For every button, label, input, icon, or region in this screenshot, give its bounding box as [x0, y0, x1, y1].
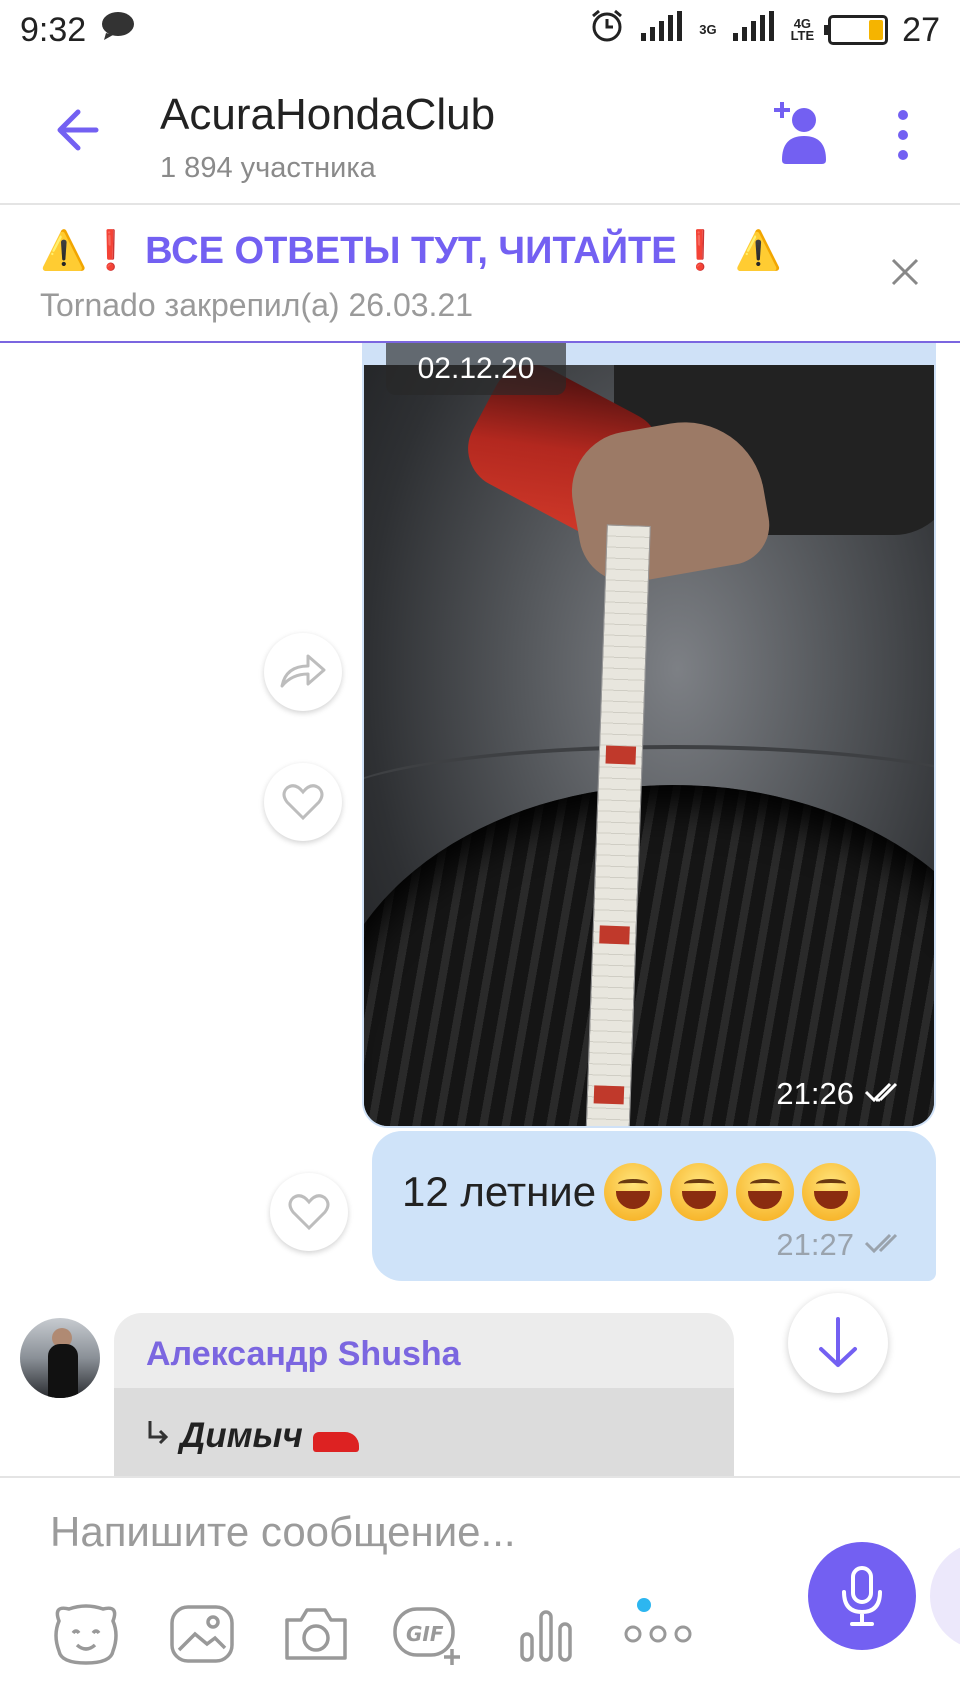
laughing-emoji-icon	[736, 1163, 795, 1221]
message-list[interactable]: 21:26 02.12.20 12 летние 21:27 Александр…	[0, 343, 960, 1476]
incoming-message[interactable]: Александр Shusha Димыч	[114, 1313, 734, 1476]
laughing-emoji-icon	[670, 1163, 729, 1221]
laughing-emoji-icon	[604, 1163, 663, 1221]
poll-icon[interactable]	[508, 1596, 584, 1672]
sticker-icon[interactable]	[48, 1596, 124, 1672]
gif-icon[interactable]: GIF	[392, 1596, 468, 1672]
more-attachments-icon[interactable]	[620, 1596, 696, 1672]
participants-count[interactable]: 1 894 участника	[160, 152, 376, 185]
laughing-emoji-icon	[802, 1163, 861, 1221]
network-4g-label: 4G LTE	[790, 16, 815, 43]
reply-arrow-icon	[146, 1416, 170, 1456]
back-arrow-icon[interactable]	[48, 100, 108, 160]
outgoing-text-message[interactable]: 12 летние 21:27	[372, 1131, 936, 1281]
chat-title[interactable]: AcuraHondaClub	[160, 90, 495, 140]
chat-notification-icon	[100, 11, 136, 50]
tire-photo[interactable]: 21:26	[364, 365, 934, 1126]
camera-icon[interactable]	[278, 1596, 354, 1672]
reply-author: Димыч	[180, 1416, 303, 1455]
gallery-icon[interactable]	[164, 1596, 240, 1672]
network-3g-label: 3G	[699, 22, 717, 37]
alarm-icon	[589, 8, 625, 53]
date-label: 02.12.20	[386, 343, 566, 395]
signal-icon	[639, 10, 685, 50]
svg-text:GIF: GIF	[406, 1622, 444, 1646]
message-text: 12 летние	[402, 1168, 597, 1215]
pinned-message-banner[interactable]: ⚠️❗ ВСЕ ОТВЕТЫ ТУТ, ЧИТАЙТЕ❗ ⚠️ Tornado …	[0, 207, 960, 343]
like-heart-icon[interactable]	[264, 763, 342, 841]
status-time: 9:32	[20, 10, 87, 49]
photo-timestamp: 21:26	[776, 1076, 906, 1112]
race-car-icon	[312, 1432, 359, 1452]
pinned-text: ⚠️❗ ВСЕ ОТВЕТЫ ТУТ, ЧИТАЙТЕ❗ ⚠️	[40, 230, 782, 272]
more-options-icon[interactable]	[888, 105, 918, 165]
message-timestamp: 21:27	[776, 1227, 906, 1263]
scroll-down-button[interactable]	[788, 1293, 888, 1393]
share-icon[interactable]	[264, 633, 342, 711]
message-author[interactable]: Александр Shusha	[146, 1335, 461, 1374]
avatar[interactable]	[20, 1318, 100, 1398]
message-composer: Напишите сообщение... GIF	[0, 1476, 960, 1707]
like-heart-icon-2[interactable]	[270, 1173, 348, 1251]
signal-icon-2	[731, 10, 777, 50]
reply-quote[interactable]: Димыч	[114, 1388, 734, 1476]
status-bar: 9:32 3G 4G LTE 27	[0, 0, 960, 60]
close-icon[interactable]	[890, 257, 920, 287]
pinned-meta: Tornado закрепил(а) 26.03.21	[40, 287, 474, 323]
double-check-icon	[864, 1227, 906, 1263]
add-member-icon[interactable]	[770, 100, 830, 170]
chat-header: AcuraHondaClub 1 894 участника	[0, 60, 960, 205]
message-input[interactable]: Напишите сообщение...	[50, 1508, 516, 1556]
battery-icon	[824, 15, 889, 45]
photo-message[interactable]: 21:26	[362, 343, 936, 1128]
battery-percent: 27	[902, 10, 940, 49]
microphone-button[interactable]	[808, 1542, 916, 1650]
double-check-icon	[864, 1076, 906, 1112]
